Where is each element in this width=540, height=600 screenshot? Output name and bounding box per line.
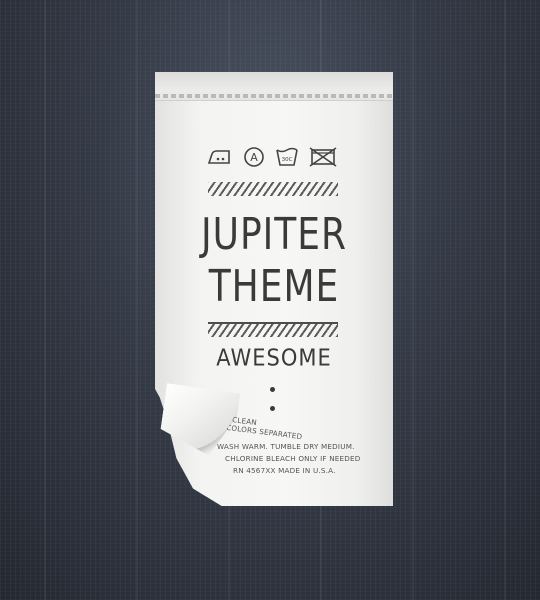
- care-line-4: CHLORINE BLEACH ONLY IF NEEDED: [225, 454, 361, 463]
- no-tumble-dry-icon: [309, 147, 337, 167]
- hatch-divider-bottom: [208, 324, 338, 337]
- wash-30c-icon: 30C: [275, 147, 299, 167]
- title-line-1: JUPITER: [201, 210, 347, 260]
- dry-clean-a-icon: A: [243, 146, 265, 168]
- stitch-line: [155, 94, 393, 98]
- title-line-2: THEME: [208, 262, 340, 312]
- iron-icon: [207, 148, 233, 166]
- care-line-5: RN 4567XX MADE IN U.S.A.: [233, 466, 336, 475]
- care-line-3: WASH WARM. TUMBLE DRY MEDIUM.: [217, 442, 355, 451]
- dot-bullet: [270, 387, 275, 392]
- dry-clean-letter: A: [250, 151, 258, 164]
- care-icons-row: A 30C: [207, 146, 337, 168]
- subtitle: AWESOME: [216, 344, 332, 372]
- dot-bullet: [270, 406, 275, 411]
- wash-temp-text: 30C: [282, 157, 293, 163]
- hatch-divider-top: [208, 182, 338, 196]
